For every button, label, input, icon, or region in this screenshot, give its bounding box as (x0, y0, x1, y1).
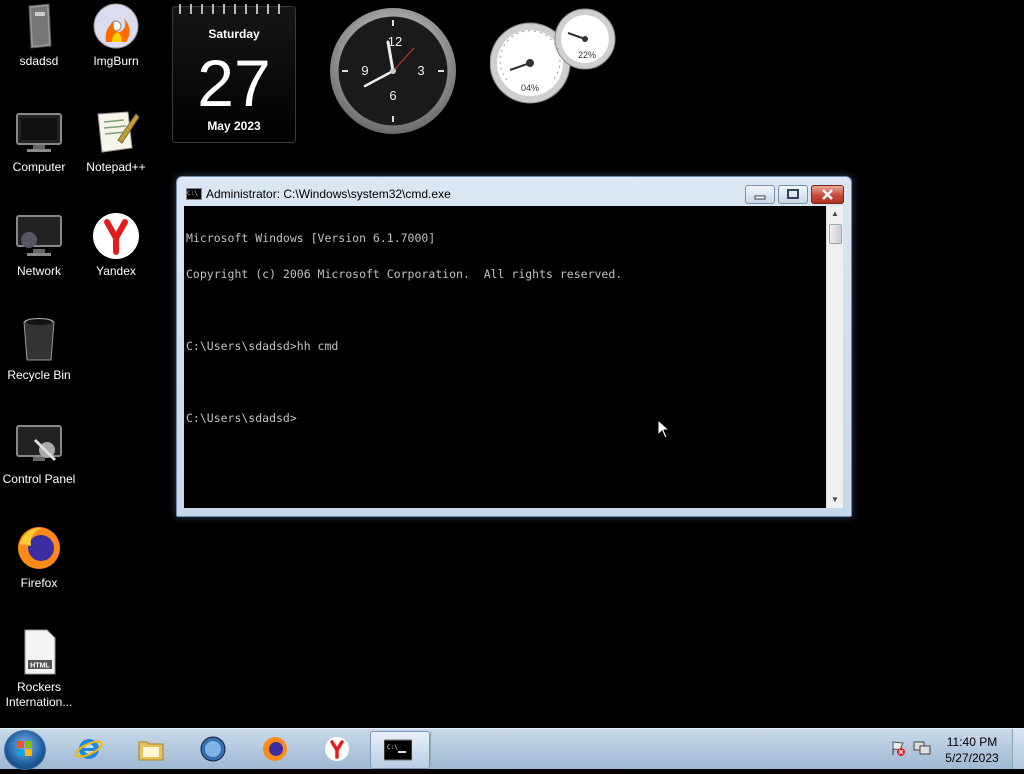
desktop-icon-label: Firefox (20, 576, 58, 590)
svg-text:HTML: HTML (30, 663, 50, 670)
html-file-icon: HTML (15, 628, 63, 676)
desktop-icon-user-folder[interactable]: sdadsd (0, 2, 78, 69)
clock-date: 5/27/2023 (945, 751, 999, 765)
desktop-icon-yandex[interactable]: Yandex (77, 212, 155, 279)
start-button[interactable] (4, 730, 46, 770)
network-icon (15, 212, 63, 260)
desktop-icon-firefox[interactable]: Firefox (0, 524, 78, 591)
action-center-flag-icon[interactable] (890, 740, 906, 761)
globe-icon (200, 736, 226, 762)
close-button[interactable] (811, 185, 844, 204)
taskbar-explorer[interactable] (124, 731, 178, 767)
clock-numeral: 9 (361, 63, 368, 78)
user-folder-icon (15, 2, 63, 50)
cmd-window-icon: C:\ (186, 188, 202, 200)
desktop-icon-label: ImgBurn (93, 54, 139, 68)
scroll-up-icon[interactable]: ▲ (827, 206, 843, 222)
clock-time: 11:40 PM (946, 735, 998, 749)
clock-numeral: 6 (389, 88, 396, 103)
svg-text:C:\: C:\ (387, 744, 398, 751)
close-icon (822, 189, 833, 200)
calendar-gadget[interactable]: Saturday 27 May 2023 (172, 4, 296, 143)
cmd-window[interactable]: C:\ Administrator: C:\Windows\system32\c… (176, 176, 852, 517)
cmd-titlebar[interactable]: C:\ Administrator: C:\Windows\system32\c… (177, 177, 851, 205)
console-line: C:\Users\sdadsd>hh cmd (186, 339, 339, 353)
memory-usage-value: 22% (578, 50, 596, 60)
desktop-icon-label: Yandex (96, 264, 136, 278)
maximize-icon (787, 189, 799, 199)
console-line: Microsoft Windows [Version 6.1.7000] (186, 231, 436, 245)
console-line: Copyright (c) 2006 Microsoft Corporation… (186, 267, 623, 281)
taskbar-firefox[interactable] (248, 731, 302, 767)
desktop-icon-label: Control Panel (2, 472, 76, 486)
desktop-icon-notepadpp[interactable]: Notepad++ (77, 108, 155, 175)
desktop-icon-label: Network (16, 264, 61, 278)
firefox-icon (15, 524, 63, 572)
taskbar-media[interactable] (186, 731, 240, 767)
show-desktop-button[interactable] (1012, 729, 1024, 769)
taskbar-yandex[interactable] (310, 731, 364, 767)
control-panel-icon (15, 420, 63, 468)
firefox-icon (263, 737, 287, 761)
calendar-weekday: Saturday (208, 27, 260, 41)
notepadpp-icon (92, 108, 140, 156)
clock-gadget[interactable]: 12 3 6 9 (328, 6, 458, 136)
desktop-icon-network[interactable]: Network (0, 212, 78, 279)
cmd-window-title: Administrator: C:\Windows\system32\cmd.e… (206, 187, 451, 201)
clock-numeral: 3 (417, 63, 424, 78)
minimize-button[interactable] (745, 185, 775, 204)
desktop-icon-label: Rockers Internation... (5, 680, 73, 709)
taskbar-clock[interactable]: 11:40 PM 5/27/2023 (936, 734, 1008, 766)
desktop-icon-computer[interactable]: Computer (0, 108, 78, 175)
calendar-month-year: May 2023 (207, 119, 261, 133)
cmd-icon: C:\ (384, 739, 412, 761)
desktop-icon-label: Recycle Bin (7, 368, 71, 382)
taskbar-ie[interactable] (62, 731, 116, 767)
network-tray-icon[interactable] (913, 740, 931, 761)
mouse-cursor-icon (657, 419, 671, 439)
vertical-scrollbar[interactable]: ▲ ▼ (826, 206, 843, 508)
desktop-icon-label: Computer (12, 160, 66, 174)
taskbar-cmd[interactable]: C:\ (370, 731, 430, 769)
taskbar-separator (430, 731, 451, 767)
taskbar: C:\ 11:40 PM 5/27/2023 (0, 728, 1024, 770)
cpu-usage-value: 04% (521, 83, 539, 93)
windows-logo-icon (17, 741, 32, 756)
minimize-icon (754, 195, 766, 200)
ie-icon (75, 739, 103, 759)
calendar-rings (179, 4, 289, 14)
console-prompt-line: C:\Users\sdadsd> (186, 411, 297, 425)
console-output[interactable]: Microsoft Windows [Version 6.1.7000] Cop… (184, 206, 826, 508)
computer-icon (15, 108, 63, 156)
maximize-button[interactable] (778, 185, 808, 204)
calendar-day: 27 (197, 46, 271, 120)
desktop-icon-label: sdadsd (19, 54, 59, 68)
recycle-bin-icon (15, 316, 63, 364)
desktop-icon-label: Notepad++ (86, 160, 146, 174)
scrollbar-thumb[interactable] (829, 224, 842, 244)
imgburn-icon (92, 2, 140, 50)
desktop-icon-html-file[interactable]: HTML Rockers Internation... (0, 628, 78, 710)
desktop-icon-control-panel[interactable]: Control Panel (0, 420, 78, 487)
scroll-down-icon[interactable]: ▼ (827, 492, 843, 508)
yandex-icon (92, 212, 140, 260)
desktop-icon-imgburn[interactable]: ImgBurn (77, 2, 155, 69)
yandex-icon (325, 737, 349, 761)
folder-icon (138, 741, 164, 761)
cpu-meter-gadget[interactable]: 04% 22% (489, 8, 620, 104)
desktop-icon-recycle-bin[interactable]: Recycle Bin (0, 316, 78, 383)
